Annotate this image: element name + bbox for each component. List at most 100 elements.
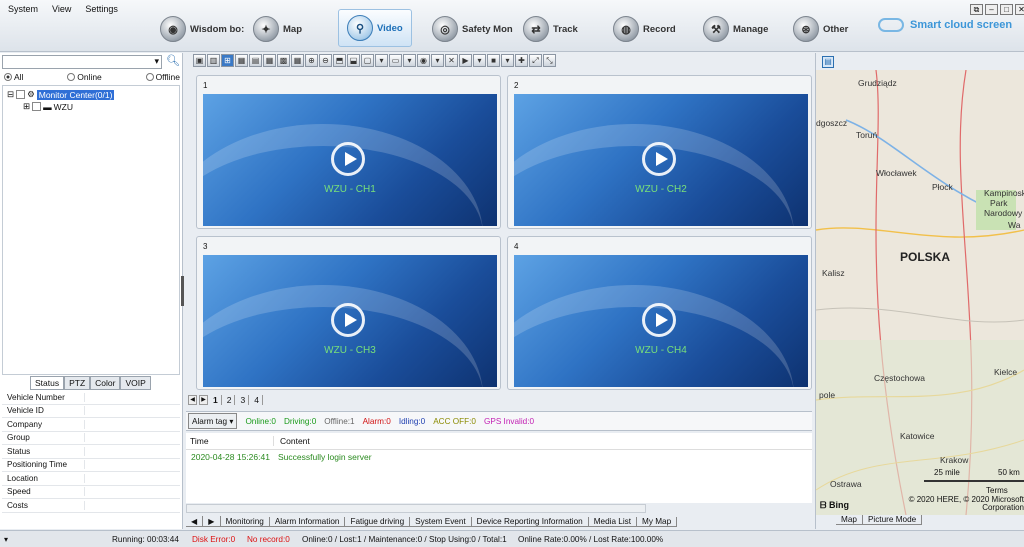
nav-label: Other [823, 23, 849, 35]
restore-icon[interactable]: ⧉ [970, 4, 983, 15]
toolbar-button-icon[interactable]: ✚ [515, 54, 528, 67]
map-settings-icon[interactable]: ▤ [822, 56, 834, 68]
toolbar-button-icon[interactable]: ▶ [459, 54, 472, 67]
toolbar-button-icon[interactable]: ◉ [417, 54, 430, 67]
toolbar-button-icon[interactable]: ▾ [431, 54, 444, 67]
toolbar-button-icon[interactable]: ▥ [207, 54, 220, 67]
menu-settings[interactable]: Settings [85, 4, 118, 18]
bottom-tab[interactable]: Monitoring [220, 516, 270, 527]
checkbox[interactable] [32, 102, 42, 111]
expand-icon[interactable]: ⊞ [23, 101, 30, 112]
page-tab-1[interactable]: 1 [210, 395, 222, 405]
tree-root-label[interactable]: Monitor Center(0/1) [36, 89, 115, 100]
log-scrollbar[interactable] [186, 504, 646, 513]
video-cell-3[interactable]: 3 WZU - CH3 [196, 236, 501, 390]
close-icon[interactable]: ✕ [1015, 4, 1024, 15]
tab-picture-mode[interactable]: Picture Mode [862, 515, 923, 525]
search-combo[interactable] [2, 55, 162, 69]
maximize-icon[interactable]: □ [1000, 4, 1013, 15]
toolbar-button-icon[interactable]: ▾ [473, 54, 486, 67]
menu-view[interactable]: View [52, 4, 71, 18]
toolbar-button-icon[interactable]: ▾ [403, 54, 416, 67]
nav-track[interactable]: ⇄ Track [523, 10, 578, 48]
toolbar-button-icon[interactable]: ▦ [291, 54, 304, 67]
video-cell-1[interactable]: 1 WZU - CH1 [196, 75, 501, 229]
toolbar-button-icon[interactable]: ⊞ [221, 54, 234, 67]
toolbar-button-icon[interactable]: ■ [487, 54, 500, 67]
video-cell-2[interactable]: 2 WZU - CH2 [507, 75, 812, 229]
status-row: Vehicle Number [2, 391, 180, 405]
tab-ptz[interactable]: PTZ [64, 376, 91, 390]
filter-all[interactable]: All [4, 72, 23, 82]
tab-voip[interactable]: VOIP [120, 376, 151, 390]
video-preview[interactable]: WZU - CH1 [203, 94, 497, 226]
toolbar-button-icon[interactable]: ⤡ [543, 54, 556, 67]
toolbar-button-icon[interactable]: ▦ [235, 54, 248, 67]
minimize-icon[interactable]: – [985, 4, 998, 15]
tree-child-label[interactable]: WZU [54, 102, 73, 112]
menu-system[interactable]: System [8, 4, 38, 18]
menu-bar: System View Settings [0, 0, 160, 18]
play-icon[interactable] [642, 303, 676, 337]
search-icon[interactable]: 🔍︎ [166, 54, 180, 67]
filter-online[interactable]: Online [67, 72, 102, 82]
filter-offline[interactable]: Offline [145, 72, 180, 82]
bottom-tab[interactable]: Alarm Information [269, 516, 346, 527]
toolbar-button-icon[interactable]: ▣ [193, 54, 206, 67]
collapse-icon[interactable]: ⊟ [7, 89, 14, 100]
alarm-tag-button[interactable]: Alarm tag ▾ [188, 413, 238, 429]
toolbar-button-icon[interactable]: ▤ [249, 54, 262, 67]
page-tab-2[interactable]: 2 [224, 395, 236, 405]
footer-toggle-icon[interactable]: ▾ [4, 534, 8, 544]
tab-color[interactable]: Color [90, 376, 121, 390]
page-tab-3[interactable]: 3 [237, 395, 250, 405]
toolbar-button-icon[interactable]: ⊖ [319, 54, 332, 67]
video-preview[interactable]: WZU - CH2 [514, 94, 808, 226]
nav-safety-mon[interactable]: ◎ Safety Mon [432, 10, 513, 48]
bottom-tab[interactable]: Fatigue driving [345, 516, 411, 527]
play-icon[interactable] [331, 142, 365, 176]
nav-wisdom-bo[interactable]: ◉ Wisdom bo: [160, 10, 244, 48]
toolbar-button-icon[interactable]: ⤢ [529, 54, 542, 67]
nav-record[interactable]: ◍ Record [613, 10, 676, 48]
log-row[interactable]: 2020-04-28 15:26:41 Successfully login s… [186, 450, 812, 464]
toolbar-button-icon[interactable]: ⊕ [305, 54, 318, 67]
toolbar-button-icon[interactable]: ⬓ [347, 54, 360, 67]
checkbox[interactable] [16, 90, 26, 99]
video-preview[interactable]: WZU - CH3 [203, 255, 497, 387]
tab-map[interactable]: Map [836, 515, 863, 525]
page-tab-4[interactable]: 4 [251, 395, 263, 405]
toolbar-button-icon[interactable]: ▩ [277, 54, 290, 67]
play-icon[interactable] [331, 303, 365, 337]
terms-link[interactable]: Terms [986, 486, 1008, 495]
bottom-tab[interactable]: My Map [637, 516, 678, 527]
next-page-icon[interactable]: ▶ [199, 395, 208, 405]
bottom-tab[interactable]: System Event [410, 516, 472, 527]
nav-other[interactable]: ⊛ Other [793, 10, 848, 48]
video-preview[interactable]: WZU - CH4 [514, 255, 808, 387]
panel-splitter[interactable] [181, 276, 184, 306]
map-place-label: Narodowy [984, 208, 1023, 218]
nav-video[interactable]: ⚲ Video [338, 9, 412, 47]
play-icon[interactable] [642, 142, 676, 176]
tab-status[interactable]: Status [30, 376, 65, 390]
tree-root[interactable]: ⊟ ⚙ Monitor Center(0/1) [7, 89, 115, 100]
video-cell-4[interactable]: 4 WZU - CH4 [507, 236, 812, 390]
toolbar-button-icon[interactable]: ⬒ [333, 54, 346, 67]
toolbar-button-icon[interactable]: ▦ [263, 54, 276, 67]
nav-manage[interactable]: ⚒ Manage [703, 10, 768, 48]
bottom-tab[interactable]: Media List [588, 516, 638, 527]
tabs-next-icon[interactable]: ▶ [203, 516, 221, 527]
toolbar-button-icon[interactable]: ▾ [375, 54, 388, 67]
toolbar-button-icon[interactable]: ✕ [445, 54, 458, 67]
tree-child[interactable]: ⊞ ▬ WZU [23, 101, 73, 112]
map-view[interactable]: Grudziądz dgoszcz Toruń Włocławek Płock Kampi… [816, 70, 1024, 515]
bottom-tab[interactable]: Device Reporting Information [471, 516, 589, 527]
toolbar-button-icon[interactable]: ▾ [501, 54, 514, 67]
toolbar-button-icon[interactable]: ▭ [389, 54, 402, 67]
toolbar-button-icon[interactable]: ▢ [361, 54, 374, 67]
tabs-prev-icon[interactable]: ◀ [186, 516, 204, 527]
prev-page-icon[interactable]: ◀ [188, 395, 197, 405]
nav-map[interactable]: ✦ Map [253, 10, 302, 48]
scale-bar [924, 480, 1024, 482]
